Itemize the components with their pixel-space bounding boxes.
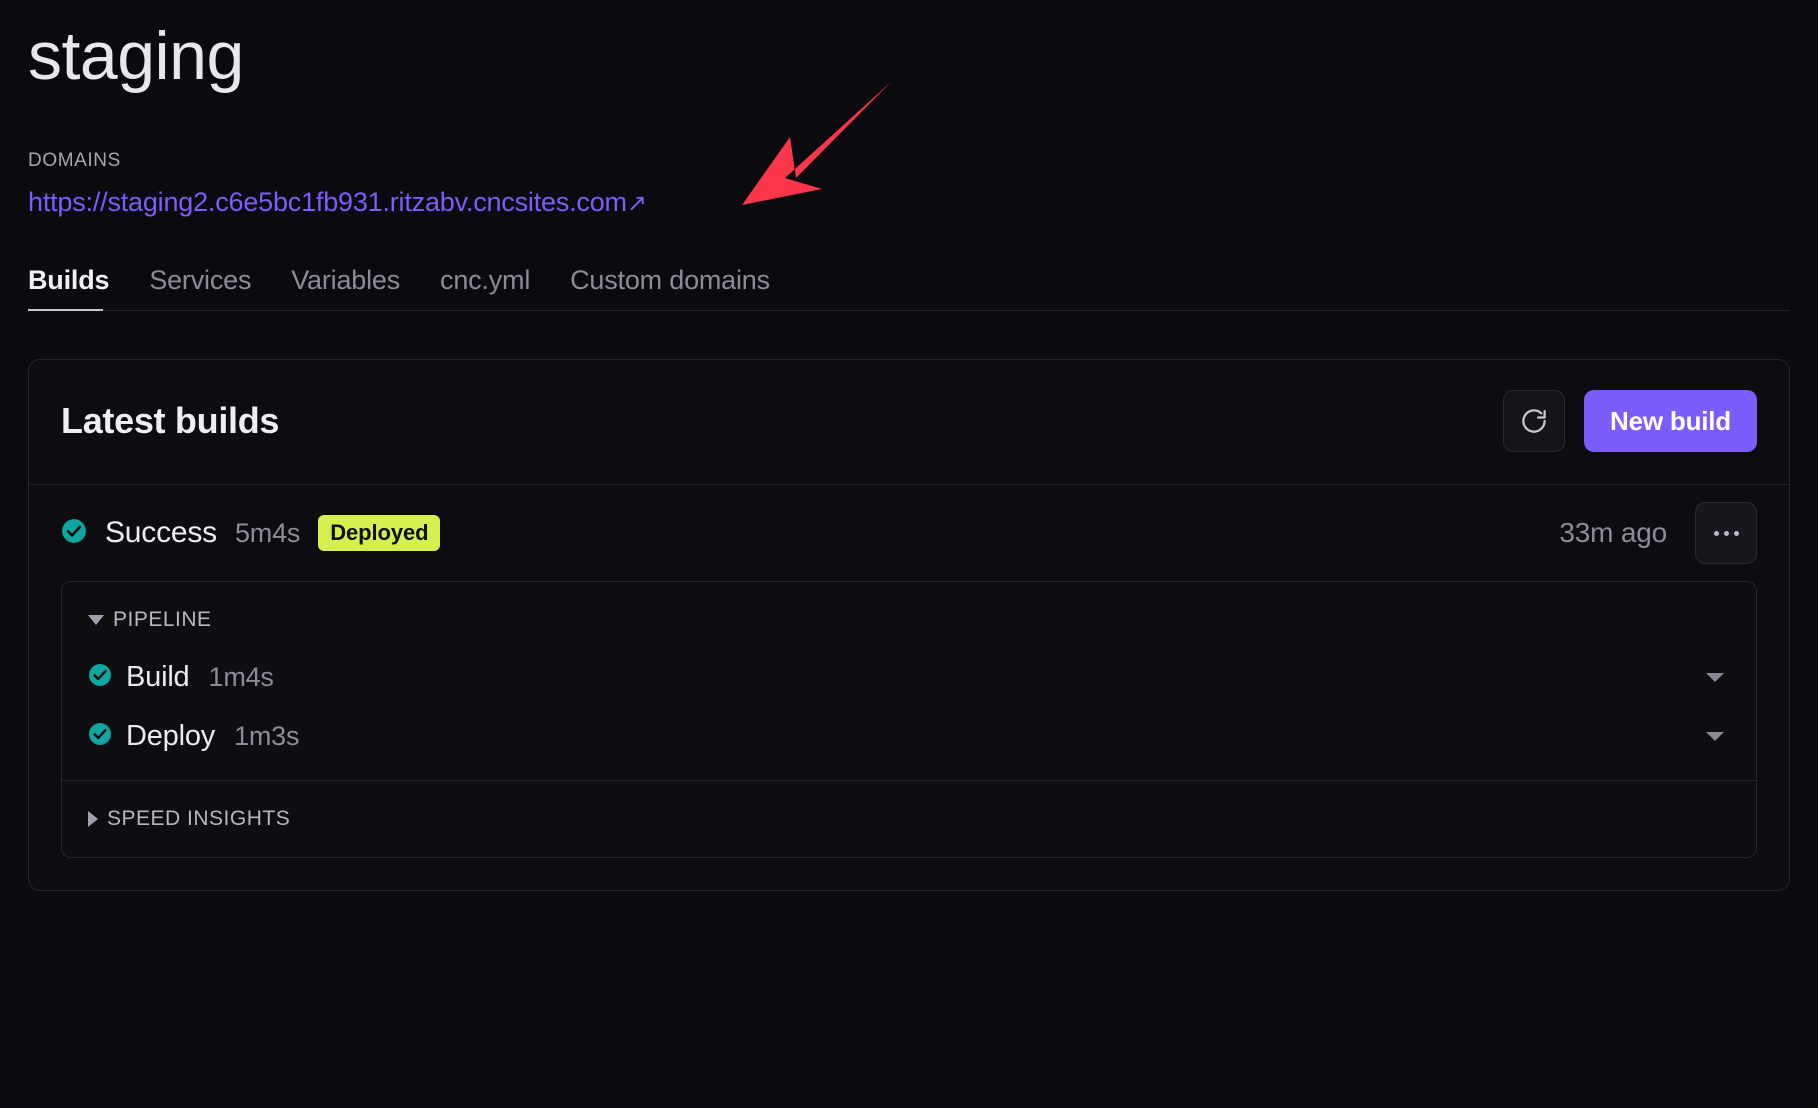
build-timestamp: 33m ago bbox=[1559, 517, 1667, 548]
check-circle-icon bbox=[61, 518, 87, 549]
chevron-down-icon[interactable] bbox=[1706, 732, 1724, 741]
stage-left: Deploy 1m3s bbox=[88, 720, 300, 753]
build-summary-right: 33m ago bbox=[1559, 502, 1757, 564]
tab-custom-domains[interactable]: Custom domains bbox=[570, 265, 770, 296]
build-overflow-menu-button[interactable] bbox=[1695, 502, 1757, 564]
build-summary-row: Success 5m4s Deployed 33m ago bbox=[61, 485, 1757, 581]
active-tab-underline bbox=[28, 309, 103, 311]
tab-list: Builds Services Variables cnc.yml Custom… bbox=[28, 265, 1790, 310]
domain-url-link[interactable]: https://staging2.c6e5bc1fb931.ritzabv.cn… bbox=[28, 187, 647, 218]
stage-duration: 1m4s bbox=[208, 662, 274, 692]
new-build-button[interactable]: New build bbox=[1584, 390, 1757, 452]
tab-builds[interactable]: Builds bbox=[28, 265, 110, 296]
speed-insights-label: SPEED INSIGHTS bbox=[107, 807, 291, 830]
status-badge: Deployed bbox=[318, 515, 441, 551]
page-root: staging DOMAINS https://staging2.c6e5bc1… bbox=[0, 0, 1818, 1108]
caret-down-icon bbox=[88, 615, 104, 625]
pipeline-stage-build[interactable]: Build 1m4s bbox=[62, 648, 1756, 707]
ellipsis-dot bbox=[1733, 530, 1739, 536]
stage-name: Deploy bbox=[126, 720, 216, 752]
tab-variables[interactable]: Variables bbox=[291, 265, 400, 296]
caret-right-icon bbox=[88, 811, 98, 827]
refresh-icon bbox=[1519, 406, 1549, 436]
domain-url-text: https://staging2.c6e5bc1fb931.ritzabv.cn… bbox=[28, 187, 627, 217]
ellipsis-dot bbox=[1713, 530, 1719, 536]
pipeline-label: PIPELINE bbox=[113, 608, 212, 631]
pipeline-panel: PIPELINE Build 1m4s Deploy 1m3s SPEED IN… bbox=[61, 581, 1757, 858]
page-title: staging bbox=[28, 18, 244, 94]
tab-services[interactable]: Services bbox=[149, 265, 251, 296]
tab-bar-divider bbox=[28, 310, 1790, 311]
check-circle-icon bbox=[88, 663, 112, 692]
pipeline-stage-deploy[interactable]: Deploy 1m3s bbox=[62, 707, 1756, 766]
stage-name: Build bbox=[126, 661, 190, 693]
pipeline-toggle[interactable]: PIPELINE bbox=[62, 582, 1756, 648]
stage-duration: 1m3s bbox=[234, 721, 300, 751]
build-entry: Success 5m4s Deployed 33m ago PIPELINE B… bbox=[29, 485, 1789, 890]
tab-bar: Builds Services Variables cnc.yml Custom… bbox=[28, 265, 1790, 311]
check-circle-icon bbox=[88, 722, 112, 751]
ellipsis-dot bbox=[1723, 530, 1729, 536]
speed-insights-toggle[interactable]: SPEED INSIGHTS bbox=[62, 781, 1756, 857]
build-duration: 5m4s bbox=[234, 517, 301, 548]
latest-builds-card: Latest builds New build Success 5m4s Dep… bbox=[28, 359, 1790, 891]
domains-label: DOMAINS bbox=[28, 150, 121, 171]
build-summary-left: Success 5m4s Deployed bbox=[61, 515, 441, 551]
domains-section: DOMAINS https://staging2.c6e5bc1fb931.ri… bbox=[28, 150, 1790, 218]
refresh-button[interactable] bbox=[1503, 390, 1566, 452]
card-title: Latest builds bbox=[61, 400, 280, 441]
stage-left: Build 1m4s bbox=[88, 661, 274, 694]
tab-cnc-yml[interactable]: cnc.yml bbox=[440, 265, 530, 296]
external-link-icon: ↗ bbox=[626, 190, 647, 217]
build-status-label: Success bbox=[105, 516, 217, 549]
card-actions: New build bbox=[1503, 390, 1757, 452]
chevron-down-icon[interactable] bbox=[1706, 673, 1724, 682]
card-header: Latest builds New build bbox=[29, 360, 1789, 484]
